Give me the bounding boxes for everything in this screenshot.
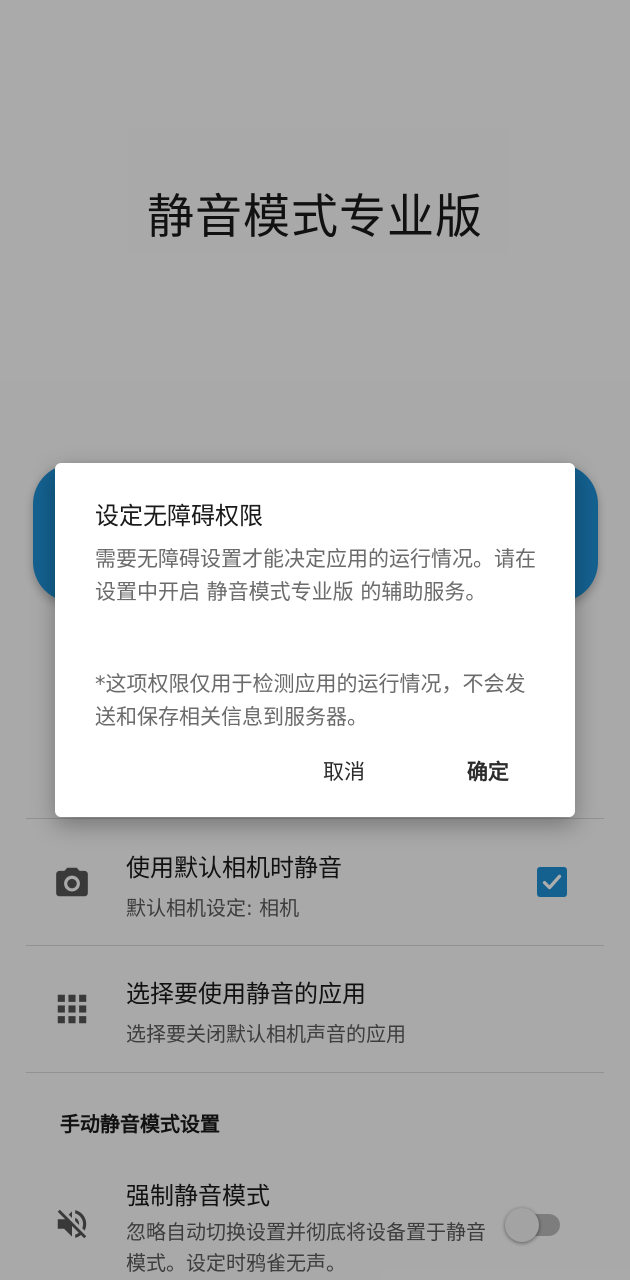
dialog-cancel-button[interactable]: 取消 (323, 756, 365, 786)
dialog-title: 设定无障碍权限 (95, 502, 263, 530)
dialog-note: *这项权限仅用于检测应用的运行情况，不会发送和保存相关信息到服务器。 (95, 672, 526, 729)
dialog-ok-button[interactable]: 确定 (467, 756, 509, 786)
dialog-message: 需要无障碍设置才能决定应用的运行情况。请在设置中开启 静音模式专业版 的辅助服务… (95, 547, 536, 604)
accessibility-permission-dialog: 设定无障碍权限 需要无障碍设置才能决定应用的运行情况。请在设置中开启 静音模式专… (55, 463, 575, 817)
